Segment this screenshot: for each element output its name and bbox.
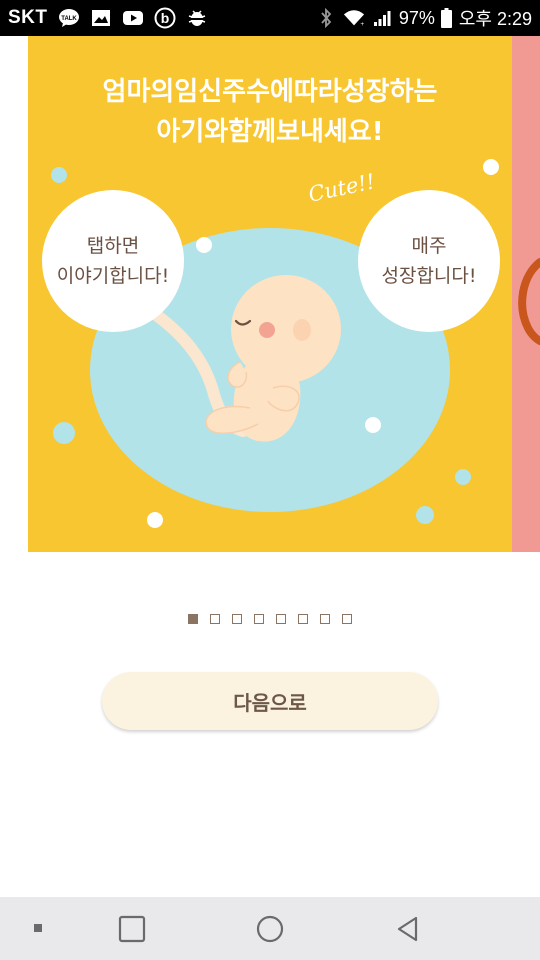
page-dot-4: [254, 614, 264, 624]
status-bar: SKT TALK b + 97% 오후 2:29: [0, 0, 540, 36]
battery-percent: 97%: [398, 7, 435, 28]
page-dot-2: [210, 614, 220, 624]
kakaotalk-icon: TALK: [58, 7, 80, 29]
home-icon[interactable]: [250, 909, 290, 949]
battery-icon: [441, 7, 453, 29]
bubble-right-line-2: 성장합니다!: [381, 265, 477, 287]
svg-text:+: +: [360, 21, 364, 28]
next-slide-illustration: [518, 258, 540, 345]
back-icon[interactable]: [388, 909, 428, 949]
page-dot-7: [320, 614, 330, 624]
page-indicator: [0, 614, 540, 624]
debug-icon: [186, 7, 208, 29]
recent-apps-icon[interactable]: [112, 909, 152, 949]
menu-dot-icon[interactable]: [28, 918, 48, 938]
tap-to-talk-bubble[interactable]: 탭하면 이야기합니다!: [42, 190, 184, 332]
clock: 오후 2:29: [458, 9, 532, 29]
signal-icon: [371, 7, 393, 29]
bubble-left-line-1: 탭하면: [86, 235, 140, 257]
page-dot-5: [276, 614, 286, 624]
next-slide-peek[interactable]: [512, 36, 540, 552]
bluetooth-icon: [315, 7, 337, 29]
band-icon: b: [154, 7, 176, 29]
slide-headline: 엄마의임신주수에따라성장하는 아기와함께보내세요!: [28, 72, 512, 152]
navigation-bar: [0, 897, 540, 960]
onboarding-slide[interactable]: 엄마의임신주수에따라성장하는 아기와함께보내세요! Cute!! 탭하면 이야기…: [28, 36, 512, 552]
headline-line-2: 아기와함께보내세요!: [156, 117, 384, 147]
bubble-left-line-2: 이야기합니다!: [56, 265, 170, 287]
page-dot-6: [298, 614, 308, 624]
svg-text:TALK: TALK: [61, 16, 77, 22]
wifi-icon: +: [343, 7, 365, 29]
youtube-icon: [122, 7, 144, 29]
next-button-label: 다음으로: [233, 690, 307, 715]
status-bar-left: SKT TALK b: [8, 7, 208, 29]
page-dot-8: [342, 614, 352, 624]
weekly-growth-bubble: 매주 성장합니다!: [358, 190, 500, 332]
bubble-right-line-1: 매주: [411, 235, 447, 257]
page-dot-1: [188, 614, 198, 624]
gallery-icon: [90, 7, 112, 29]
next-button[interactable]: 다음으로: [102, 672, 438, 730]
svg-text:b: b: [160, 10, 169, 26]
page-dot-3: [232, 614, 242, 624]
headline-line-1: 엄마의임신주수에따라성장하는: [102, 77, 438, 107]
status-bar-right: + 97% 오후 2:29: [315, 5, 532, 31]
app-screen: SKT TALK b + 97% 오후 2:29 엄마의임신주수에따라성장하는 …: [0, 0, 540, 960]
carrier-label: SKT: [8, 7, 48, 28]
